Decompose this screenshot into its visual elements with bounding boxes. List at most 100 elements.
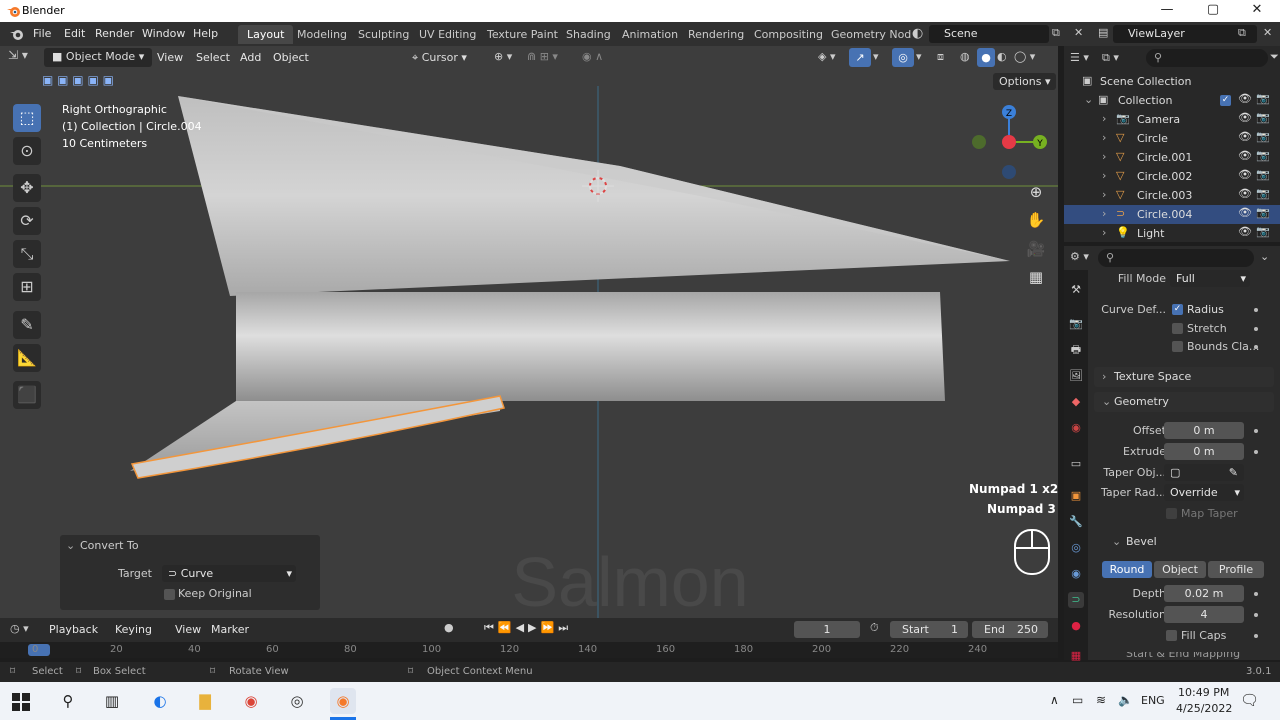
render-camera-icon[interactable]: 📷	[1256, 168, 1270, 181]
select-tool-icon[interactable]: ⬚	[13, 104, 41, 132]
clock-time[interactable]: 10:49 PM	[1178, 686, 1229, 699]
visibility-eye-icon[interactable]: 👁	[1238, 187, 1252, 200]
target-dropdown[interactable]: ⊃ Curve ▾	[162, 565, 296, 582]
view-layer-tab-icon[interactable]: 🖼	[1068, 368, 1084, 384]
operator-title[interactable]: Convert To	[80, 539, 139, 552]
annotate-tool-icon[interactable]: ✎	[13, 311, 41, 339]
map-taper-checkbox[interactable]	[1166, 508, 1177, 519]
timeline-keying[interactable]: Keying	[115, 623, 152, 636]
remove-viewlayer-icon[interactable]: ✕	[1263, 26, 1272, 39]
keyframe-dot[interactable]	[1254, 613, 1258, 617]
copy-scene-icon[interactable]: ⧉	[1052, 26, 1060, 40]
outliner-item-light[interactable]: › 💡 Light 👁 📷	[1064, 224, 1280, 243]
windows-start-icon[interactable]	[12, 693, 30, 711]
rendered-shading-icon[interactable]: ◯ ▾	[1014, 50, 1035, 63]
obs-icon[interactable]: ◎	[284, 688, 310, 714]
proportional-edit-icon[interactable]: ◉ ∧	[582, 50, 603, 63]
move-tool-icon[interactable]: ✥	[13, 174, 41, 202]
snap-icon[interactable]: ⋒ ⊞ ▾	[527, 50, 558, 63]
cursor-tool-icon[interactable]: ⊙	[13, 137, 41, 165]
particles-tab-icon[interactable]: ◎	[1068, 540, 1084, 556]
texture-space-panel-header[interactable]: › Texture Space	[1094, 367, 1274, 387]
stretch-checkbox[interactable]	[1172, 323, 1183, 334]
expand-chevron-icon[interactable]: ›	[1102, 226, 1106, 239]
viewport-menu-select[interactable]: Select	[196, 51, 230, 64]
keyframe-dot[interactable]	[1254, 634, 1258, 638]
bevel-mode-profile[interactable]: Profile	[1208, 561, 1264, 578]
render-camera-icon[interactable]: 📷	[1256, 92, 1270, 105]
chrome-icon[interactable]: ◉	[238, 688, 264, 714]
output-tab-icon[interactable]: 🖶	[1068, 342, 1084, 358]
tool-tab-icon[interactable]: ⚒	[1068, 282, 1084, 298]
pan-hand-icon[interactable]: ✋	[1024, 208, 1048, 232]
curve-data-tab-icon[interactable]: ⊃	[1068, 592, 1084, 608]
blender-menu-icon[interactable]	[9, 26, 25, 42]
offset-field[interactable]: 0 m	[1164, 422, 1244, 439]
tray-battery-icon[interactable]: ▭	[1072, 693, 1083, 707]
zoom-icon[interactable]: ⊕	[1024, 180, 1048, 204]
close-button[interactable]: ✕	[1234, 0, 1280, 22]
solid-shading-icon[interactable]: ●	[977, 48, 995, 67]
outliner-item-circle-003[interactable]: › ▽ Circle.003 👁 📷	[1064, 186, 1280, 205]
physics-tab-icon[interactable]: ◉	[1068, 566, 1084, 582]
timeline-editor-icon[interactable]: ◷ ▾	[10, 622, 29, 635]
scene-tab-icon[interactable]: ◆	[1068, 394, 1084, 410]
expand-chevron-icon[interactable]: ›	[1102, 112, 1106, 125]
scene-icon[interactable]: ◐	[912, 26, 923, 41]
fill-caps-checkbox[interactable]	[1166, 630, 1177, 641]
render-tab-icon[interactable]: 📷	[1068, 316, 1084, 332]
expand-chevron-icon[interactable]: ⌄	[1084, 93, 1093, 106]
notifications-icon[interactable]: 🗨	[1240, 691, 1259, 709]
outliner-item-camera[interactable]: › 📷 Camera 👁 📷	[1064, 110, 1280, 129]
gizmo-x-axis[interactable]	[1002, 135, 1016, 149]
world-tab-icon[interactable]: ◉	[1068, 420, 1084, 436]
viewport-menu-add[interactable]: Add	[240, 51, 261, 64]
keyframe-dot[interactable]	[1254, 450, 1258, 454]
tab-animation[interactable]: Animation	[613, 25, 687, 44]
tab-layout[interactable]: Layout	[238, 25, 294, 44]
chevron-down-icon[interactable]: ⌄	[1260, 250, 1269, 263]
display-mode-icon[interactable]: ⧉ ▾	[1102, 51, 1119, 65]
object-tab-icon[interactable]: ▣	[1068, 488, 1084, 504]
search-icon[interactable]: ⚲	[55, 688, 81, 714]
bevel-mode-object[interactable]: Object	[1154, 561, 1206, 578]
expand-chevron-icon[interactable]: ›	[1102, 207, 1106, 220]
outliner-item-circle-001[interactable]: › ▽ Circle.001 👁 📷	[1064, 148, 1280, 167]
visibility-eye-icon[interactable]: 👁	[1238, 206, 1252, 219]
mode-selector[interactable]: ■ Object Mode ▾	[44, 48, 153, 67]
minimize-button[interactable]: —	[1144, 0, 1190, 22]
current-frame-field[interactable]: 1	[794, 621, 860, 638]
rotate-tool-icon[interactable]: ⟳	[13, 207, 41, 235]
transform-pivot-selector[interactable]: ⌖ Cursor ▾	[412, 48, 467, 67]
wireframe-shading-icon[interactable]: ◍	[960, 50, 970, 63]
timeline-marker[interactable]: Marker	[211, 623, 249, 636]
menu-render[interactable]: Render	[95, 27, 134, 40]
keyframe-dot[interactable]	[1254, 327, 1258, 331]
collection-tab-icon[interactable]: ▭	[1068, 456, 1084, 472]
outliner-item-circle[interactable]: › ▽ Circle 👁 📷	[1064, 129, 1280, 148]
bounds-clamp-checkbox[interactable]	[1172, 341, 1183, 352]
overlay-toggle-icon[interactable]: ◎	[892, 48, 914, 67]
visibility-eye-icon[interactable]: 👁	[1238, 225, 1252, 238]
expand-chevron-icon[interactable]: ›	[1102, 131, 1106, 144]
gizmo-neg-y-axis[interactable]	[972, 135, 986, 149]
render-camera-icon[interactable]: 📷	[1256, 206, 1270, 219]
keyframe-dot[interactable]	[1254, 345, 1258, 349]
outliner-scene-collection[interactable]: ▣ Scene Collection	[1064, 72, 1280, 91]
viewport-menu-object[interactable]: Object	[273, 51, 309, 64]
gizmo-neg-z-axis[interactable]	[1002, 165, 1016, 179]
expand-chevron-icon[interactable]: ›	[1102, 150, 1106, 163]
eyedropper-icon[interactable]: ✎	[1229, 464, 1238, 481]
language-indicator[interactable]: ENG	[1141, 694, 1165, 707]
expand-chevron-icon[interactable]: ›	[1102, 169, 1106, 182]
clock-date[interactable]: 4/25/2022	[1176, 702, 1232, 715]
start-end-mapping-header[interactable]: Start & End Mapping	[1104, 652, 1274, 660]
filter-icon[interactable]: ⏷	[1270, 50, 1279, 64]
outliner-search-input[interactable]: ⚲	[1146, 49, 1268, 67]
edge-browser-icon[interactable]: ◐	[147, 688, 173, 714]
outliner-item-circle-002[interactable]: › ▽ Circle.002 👁 📷	[1064, 167, 1280, 186]
timeline-playback[interactable]: Playback	[49, 623, 98, 636]
outliner-item-circle-004[interactable]: › ⊃ Circle.004 👁 📷	[1064, 205, 1280, 224]
radius-checkbox[interactable]: ✓	[1172, 304, 1183, 315]
ortho-grid-icon[interactable]: ▦	[1024, 265, 1048, 289]
